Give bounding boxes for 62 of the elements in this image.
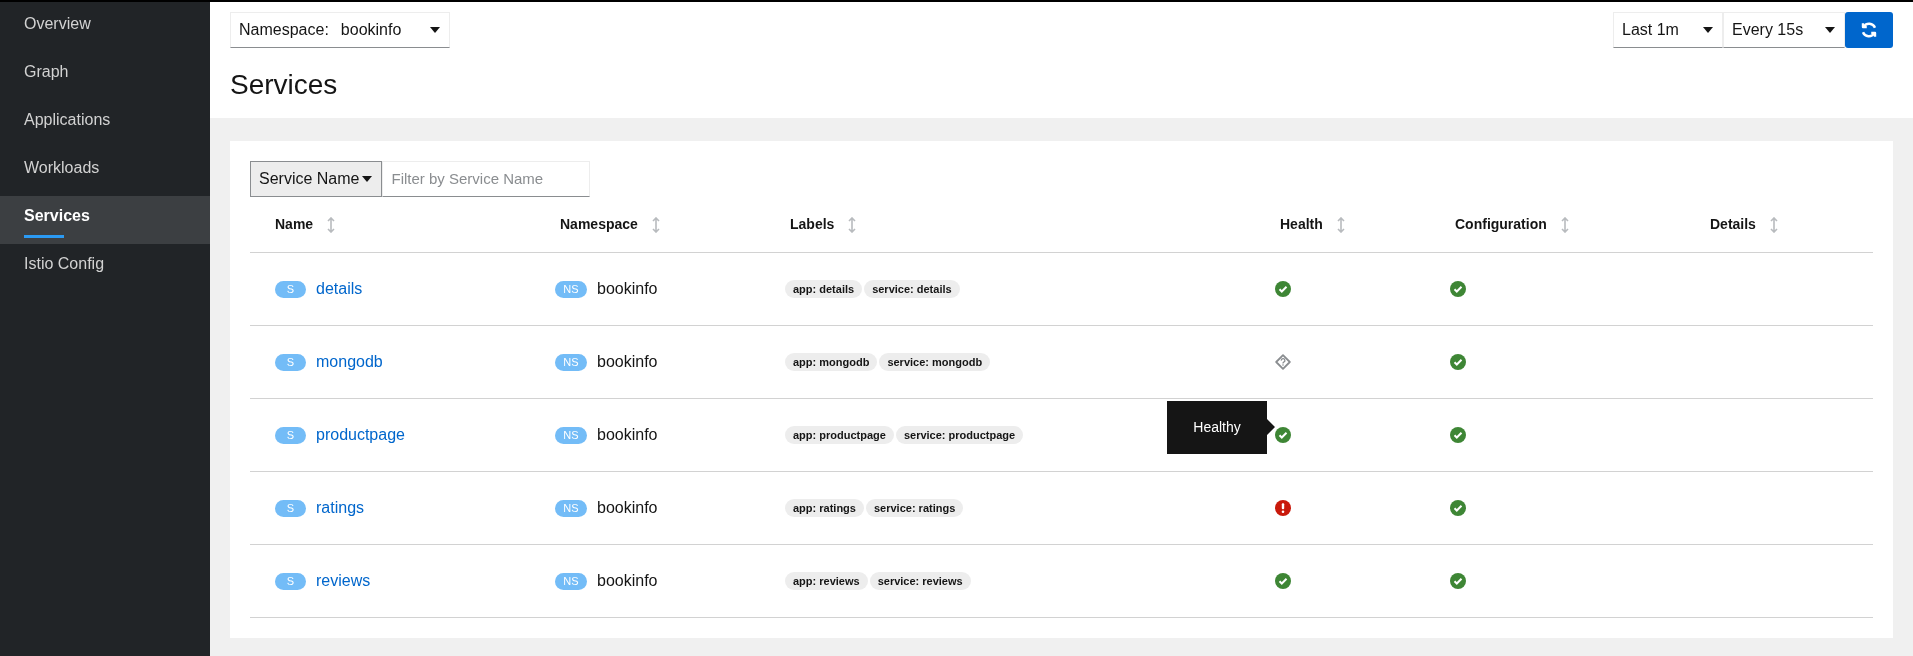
filter-type-dropdown[interactable]: Service Name xyxy=(250,161,383,197)
namespace-badge: NS xyxy=(555,353,587,371)
caret-icon xyxy=(1702,26,1714,34)
sidebar-item[interactable]: Services xyxy=(0,196,210,244)
sidebar-item[interactable]: Istio Config xyxy=(0,244,210,292)
service-badge: S xyxy=(275,572,306,590)
namespace-badge: NS xyxy=(555,426,587,444)
namespace-text: bookinfo xyxy=(597,571,658,591)
label-chip: app: productpage xyxy=(785,426,894,444)
namespace-text: bookinfo xyxy=(597,498,658,518)
tooltip: Healthy xyxy=(1167,401,1275,454)
namespace-badge: NS xyxy=(555,572,587,590)
service-link[interactable]: mongodb xyxy=(316,350,383,374)
column-header[interactable]: Health xyxy=(1280,214,1323,235)
sort-icon[interactable] xyxy=(651,216,660,233)
label-chip: service: productpage xyxy=(895,426,1024,444)
column-header[interactable]: Labels xyxy=(790,214,835,235)
service-link[interactable]: reviews xyxy=(316,569,371,593)
label-chip: app: ratings xyxy=(785,499,864,517)
sort-icon[interactable] xyxy=(327,216,336,233)
sort-icon[interactable] xyxy=(1560,216,1569,233)
label-chip: service: reviews xyxy=(869,572,971,590)
namespace-badge: NS xyxy=(555,280,587,298)
namespace-text: bookinfo xyxy=(597,352,658,372)
sort-icon[interactable] xyxy=(1336,216,1345,233)
label-chip: app: details xyxy=(785,280,863,298)
active-indicator xyxy=(24,235,64,238)
label-chip: app: reviews xyxy=(785,572,868,590)
service-link[interactable]: productpage xyxy=(316,423,405,447)
refresh-button[interactable] xyxy=(1845,12,1893,48)
label-chip: app: mongodb xyxy=(785,353,878,371)
caret-icon xyxy=(1824,26,1836,34)
service-badge: S xyxy=(275,353,306,371)
namespace-text: bookinfo xyxy=(597,279,658,299)
sidebar-item[interactable]: Applications xyxy=(0,100,210,148)
label-chip: service: details xyxy=(864,280,960,298)
service-badge: S xyxy=(275,499,306,517)
refresh-icon xyxy=(1860,21,1878,39)
column-header[interactable]: Namespace xyxy=(560,214,638,235)
label-chip: service: ratings xyxy=(865,499,964,517)
service-badge: S xyxy=(275,280,306,298)
caret-icon xyxy=(429,26,441,34)
service-link[interactable]: ratings xyxy=(316,496,365,520)
column-header[interactable]: Name xyxy=(275,214,314,235)
filter-input[interactable]: Filter by Service Name xyxy=(382,161,591,197)
namespace-badge: NS xyxy=(555,499,587,517)
duration-dropdown[interactable]: Last 1m xyxy=(1613,12,1723,48)
caret-icon xyxy=(361,175,374,183)
namespace-text: bookinfo xyxy=(597,425,658,445)
sidebar-item[interactable]: Workloads xyxy=(0,148,210,196)
service-link[interactable]: details xyxy=(316,277,363,301)
sidebar-item[interactable]: Graph xyxy=(0,52,210,100)
page-title: Services xyxy=(230,68,339,102)
namespace-dropdown[interactable]: Namespace: bookinfo xyxy=(230,12,450,48)
column-header[interactable]: Configuration xyxy=(1455,214,1547,235)
sort-icon[interactable] xyxy=(848,216,857,233)
sort-icon[interactable] xyxy=(1769,216,1778,233)
refresh-interval-dropdown[interactable]: Every 15s xyxy=(1723,12,1845,48)
label-chip: service: mongodb xyxy=(879,353,991,371)
service-badge: S xyxy=(275,426,306,444)
sidebar-item[interactable]: Overview xyxy=(0,4,210,52)
column-header[interactable]: Details xyxy=(1710,214,1756,235)
